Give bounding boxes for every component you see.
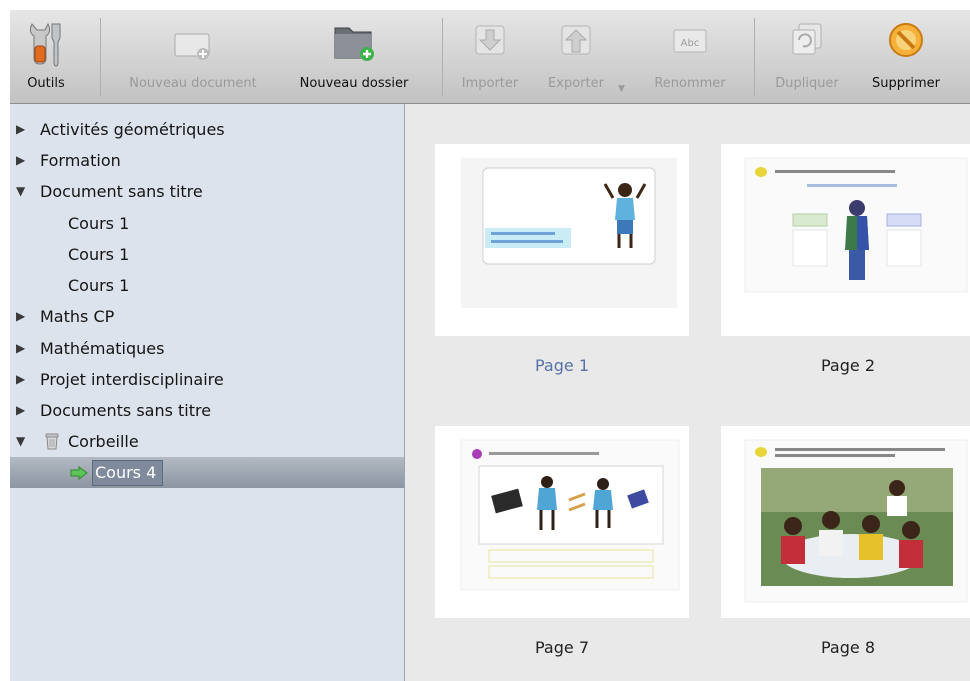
export-label: Exporter [548, 76, 604, 91]
sidebar-item-activites-geometriques[interactable]: ▶ Activités géométriques [10, 114, 404, 145]
rename-icon-text: Abc [681, 38, 700, 49]
delete-button[interactable]: Supprimer [858, 10, 954, 104]
disclosure-down-icon[interactable]: ▼ [16, 176, 25, 207]
import-label: Importer [461, 76, 519, 91]
page-thumbnail-2[interactable] [721, 144, 970, 336]
sidebar-item-corbeille[interactable]: ▼ Corbeille [10, 426, 404, 457]
sidebar-item-label: Cours 4 [92, 460, 164, 486]
prohibited-icon [889, 23, 923, 57]
sidebar: ▶ Activités géométriques ▶ Formation ▼ D… [10, 104, 405, 681]
toolbar-separator [100, 18, 101, 96]
tools-icon [29, 22, 61, 67]
sidebar-item-cours-1[interactable]: Cours 1 [10, 239, 404, 270]
new-document-button[interactable]: Nouveau document [108, 10, 278, 104]
sidebar-item-formation[interactable]: ▶ Formation [10, 145, 404, 176]
disclosure-right-icon[interactable]: ▶ [16, 301, 25, 332]
sidebar-item-label: Formation [40, 151, 121, 170]
sidebar-item-label: Activités géométriques [40, 120, 225, 139]
page-thumbnail-1[interactable] [435, 144, 689, 336]
chevron-down-icon: ▼ [618, 84, 625, 94]
page-label: Page 2 [821, 356, 875, 375]
sidebar-item-cours-4[interactable]: Cours 4 [10, 457, 404, 488]
disclosure-down-icon[interactable]: ▼ [16, 426, 25, 457]
sidebar-item-maths-cp[interactable]: ▶ Maths CP [10, 301, 404, 332]
sidebar-item-label: Mathématiques [40, 339, 165, 358]
tools-label: Outils [27, 76, 65, 91]
disclosure-right-icon[interactable]: ▶ [16, 395, 25, 426]
import-button[interactable]: Importer [450, 10, 530, 104]
new-document-icon [174, 33, 210, 60]
sidebar-item-label: Cours 1 [68, 245, 130, 264]
page-thumbnail-7[interactable] [435, 426, 689, 618]
export-icon [561, 25, 591, 55]
page-1-preview [461, 158, 677, 308]
sidebar-item-documents-sans-titre[interactable]: ▶ Documents sans titre [10, 395, 404, 426]
page-thumbnail-8[interactable] [721, 426, 970, 618]
sidebar-item-label: Maths CP [40, 307, 115, 326]
duplicate-button[interactable]: Dupliquer [762, 10, 852, 104]
trash-icon [45, 433, 59, 450]
sidebar-item-mathematiques[interactable]: ▶ Mathématiques [10, 333, 404, 364]
import-icon [475, 25, 505, 55]
disclosure-right-icon[interactable]: ▶ [16, 114, 25, 145]
sidebar-item-projet-interdisciplinaire[interactable]: ▶ Projet interdisciplinaire [10, 364, 404, 395]
new-folder-icon [334, 27, 374, 61]
sidebar-item-label: Documents sans titre [40, 401, 212, 420]
page-thumbnails-area: Page 1 Page 2 Page 7 Page 8 [405, 104, 970, 681]
sidebar-item-cours-1[interactable]: Cours 1 [10, 270, 404, 301]
arrow-right-icon [70, 466, 88, 480]
disclosure-right-icon[interactable]: ▶ [16, 333, 25, 364]
delete-label: Supprimer [872, 76, 940, 91]
sidebar-item-label: Projet interdisciplinaire [40, 370, 224, 389]
new-document-label: Nouveau document [129, 76, 257, 91]
duplicate-icon [792, 23, 822, 55]
sidebar-item-document-sans-titre[interactable]: ▼ Document sans titre [10, 176, 404, 207]
disclosure-right-icon[interactable]: ▶ [16, 145, 25, 176]
rename-label: Renommer [654, 76, 726, 91]
sidebar-item-label: Document sans titre [40, 182, 203, 201]
rename-button[interactable]: Abc Renommer [638, 10, 742, 104]
new-folder-label: Nouveau dossier [299, 76, 409, 91]
sidebar-item-label: Cours 1 [68, 214, 130, 233]
toolbar-separator [442, 18, 443, 96]
toolbar: Outils Nouveau document Nouveau dossier … [10, 10, 970, 104]
page-2-preview [744, 157, 968, 293]
sidebar-item-label: Cours 1 [68, 276, 130, 295]
new-folder-button[interactable]: Nouveau dossier [284, 10, 424, 104]
duplicate-label: Dupliquer [775, 76, 839, 91]
export-button[interactable]: Exporter ▼ [536, 10, 625, 104]
sidebar-item-cours-1[interactable]: Cours 1 [10, 208, 404, 239]
page-label: Page 1 [535, 356, 589, 375]
page-8-preview [744, 439, 968, 603]
rename-icon: Abc [673, 29, 707, 53]
disclosure-right-icon[interactable]: ▶ [16, 364, 25, 395]
page-label: Page 7 [535, 638, 589, 657]
page-label: Page 8 [821, 638, 875, 657]
toolbar-separator [754, 18, 755, 96]
tools-button[interactable]: Outils [16, 10, 76, 104]
page-7-preview [460, 439, 680, 591]
sidebar-item-label: Corbeille [68, 432, 139, 451]
